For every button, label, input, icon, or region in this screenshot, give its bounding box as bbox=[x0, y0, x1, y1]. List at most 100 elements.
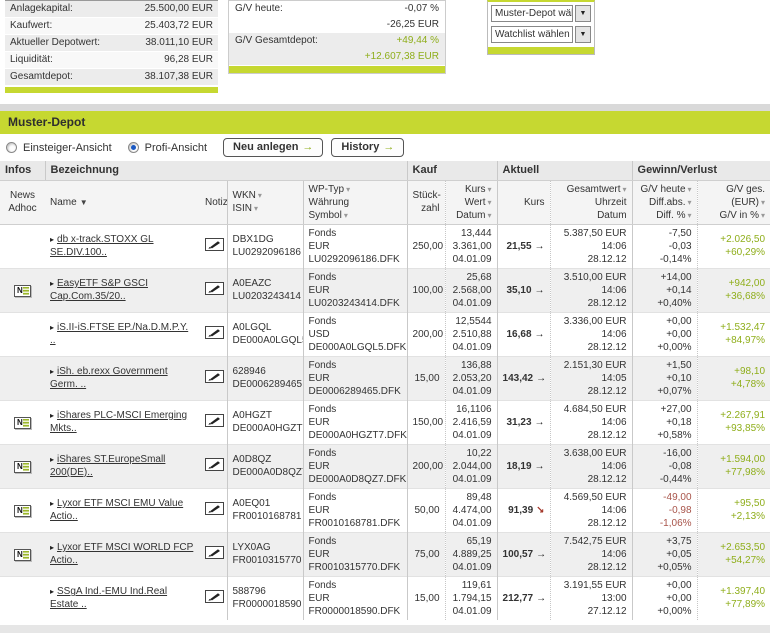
radio-profi-ansicht[interactable] bbox=[128, 142, 139, 153]
col-gesamtwert[interactable]: Gesamtwert▾ Uhrzeit Datum bbox=[550, 180, 632, 224]
history-button[interactable]: History→ bbox=[331, 138, 404, 157]
aktuell-kurs-cell: 212,77→ bbox=[497, 576, 550, 620]
infos-cell: N bbox=[0, 488, 45, 532]
note-edit-icon[interactable] bbox=[205, 238, 224, 251]
instrument-link[interactable]: SSgA Ind.-EMU Ind.Real Estate .. bbox=[50, 586, 167, 610]
datum-value: 28.12.12 bbox=[556, 473, 627, 486]
col-wkn-isin[interactable]: WKN▾ ISIN▾ bbox=[227, 180, 303, 224]
news-icon[interactable]: N bbox=[14, 461, 31, 473]
currency-value: EUR bbox=[309, 504, 402, 517]
note-edit-icon[interactable] bbox=[205, 326, 224, 339]
note-edit-icon[interactable] bbox=[205, 370, 224, 383]
col-notiz: Notiz bbox=[200, 180, 227, 224]
infos-cell: N bbox=[0, 224, 45, 268]
summary-label: Aktueller Depotwert: bbox=[10, 35, 100, 51]
datum-value: 28.12.12 bbox=[556, 429, 627, 442]
instrument-link[interactable]: iShares ST.EuropeSmall 200(DE).. bbox=[50, 454, 165, 478]
gv-heute-cell: +0,00 +0,00 +0,00% bbox=[632, 312, 697, 356]
gv-heute-abs: +27,00 bbox=[638, 403, 692, 416]
trend-right-icon: → bbox=[536, 549, 546, 560]
aktuell-kurs-cell: 100,57→ bbox=[497, 532, 550, 576]
gesamtwert-value: 2.151,30 EUR bbox=[556, 359, 627, 372]
col-news-adhoc: NewsAdhoc bbox=[0, 180, 45, 224]
expand-arrow-icon: ▸ bbox=[50, 543, 54, 552]
gv-ges-pct: +93,85% bbox=[703, 422, 766, 435]
note-edit-icon[interactable] bbox=[205, 282, 224, 295]
gv-ges-pct: +54,27% bbox=[703, 554, 766, 567]
instrument-link[interactable]: iSh. eb.rexx Government Germ. .. bbox=[50, 366, 168, 390]
gv-ges-eur: +2.653,50 bbox=[703, 541, 766, 554]
gv-ges-pct: +77,98% bbox=[703, 466, 766, 479]
col-wp-typ[interactable]: WP-Typ▾ Währung Symbol▾ bbox=[303, 180, 407, 224]
sort-icon[interactable]: ▾ bbox=[688, 185, 692, 194]
sort-icon[interactable]: ▾ bbox=[688, 211, 692, 220]
sort-icon[interactable]: ▾ bbox=[488, 185, 492, 194]
radio-einsteiger-ansicht[interactable] bbox=[6, 142, 17, 153]
kauf-datum: 04.01.09 bbox=[451, 473, 492, 486]
notiz-cell bbox=[200, 400, 227, 444]
instrument-link[interactable]: Lyxor ETF MSCI WORLD FCP Actio.. bbox=[50, 542, 193, 566]
watchlist-select-value[interactable]: Watchlist wählen bbox=[491, 26, 573, 43]
news-icon[interactable]: N bbox=[14, 285, 31, 297]
sort-icon[interactable]: ▾ bbox=[254, 204, 258, 213]
depot-select[interactable]: Muster-Depot wählen ▼ bbox=[491, 5, 591, 22]
summary-value: 25.403,72 EUR bbox=[145, 18, 213, 34]
instrument-link[interactable]: EasyETF S&P GSCI Cap.Com.35/20.. bbox=[50, 278, 148, 302]
instrument-link[interactable]: iShares PLC-MSCI Emerging Mkts.. bbox=[50, 410, 187, 434]
instrument-link[interactable]: db x-track.STOXX GL SE.DIV.100.. bbox=[50, 234, 154, 258]
note-edit-icon[interactable] bbox=[205, 414, 224, 427]
gv-heute-abs: -7,50 bbox=[638, 227, 692, 240]
sort-icon[interactable]: ▾ bbox=[488, 211, 492, 220]
col-gv-ges[interactable]: G/V ges. (EUR)▾ G/V in %▾ bbox=[697, 180, 770, 224]
news-icon[interactable]: N bbox=[14, 505, 31, 517]
uhrzeit-value: 14:05 bbox=[556, 372, 627, 385]
neu-anlegen-button[interactable]: Neu anlegen→ bbox=[223, 138, 323, 157]
sort-icon[interactable]: ▾ bbox=[761, 211, 765, 220]
news-icon[interactable]: N bbox=[14, 417, 31, 429]
watchlist-select[interactable]: Watchlist wählen ▼ bbox=[491, 26, 591, 43]
datum-value: 28.12.12 bbox=[556, 297, 627, 310]
view-controls: Einsteiger-Ansicht Profi-Ansicht Neu anl… bbox=[0, 134, 770, 161]
arrow-right-icon: → bbox=[302, 141, 313, 153]
gv-ges-pct: +60,29% bbox=[703, 246, 766, 259]
uhrzeit-value: 14:06 bbox=[556, 284, 627, 297]
sort-icon[interactable]: ▾ bbox=[346, 185, 350, 194]
sort-icon[interactable]: ▾ bbox=[623, 185, 627, 194]
gv-gesamt-label: G/V Gesamtdepot: bbox=[235, 33, 318, 49]
wkn-isin-cell: LYX0AG FR0010315770 bbox=[227, 532, 303, 576]
note-edit-icon[interactable] bbox=[205, 458, 224, 471]
news-icon[interactable]: N bbox=[14, 549, 31, 561]
gv-ges-pct: +36,68% bbox=[703, 290, 766, 303]
kauf-cell: 119,61 1.794,15 04.01.09 bbox=[445, 576, 497, 620]
col-gv-heute[interactable]: G/V heute▾ Diff.abs.▾ Diff. %▾ bbox=[632, 180, 697, 224]
sort-icon[interactable]: ▾ bbox=[761, 198, 765, 207]
chevron-down-icon[interactable]: ▼ bbox=[575, 26, 591, 43]
kauf-kurs: 25,68 bbox=[451, 271, 492, 284]
radio-profi-label[interactable]: Profi-Ansicht bbox=[145, 142, 207, 154]
symbol-value: DE000A0D8QZ7.DFK bbox=[309, 473, 402, 486]
sort-icon[interactable]: ▾ bbox=[344, 211, 348, 220]
col-kauf-kurs-wert-datum[interactable]: Kurs▾ Wert▾ Datum▾ bbox=[445, 180, 497, 224]
gv-ges-eur: +942,00 bbox=[703, 277, 766, 290]
sort-desc-icon[interactable]: ▼ bbox=[80, 198, 88, 207]
sort-icon[interactable]: ▾ bbox=[488, 198, 492, 207]
sort-icon[interactable]: ▾ bbox=[688, 198, 692, 207]
depot-select-value[interactable]: Muster-Depot wählen bbox=[491, 5, 573, 22]
radio-einsteiger-label[interactable]: Einsteiger-Ansicht bbox=[23, 142, 112, 154]
notiz-cell bbox=[200, 576, 227, 620]
gv-ges-pct: +4,78% bbox=[703, 378, 766, 391]
note-edit-icon[interactable] bbox=[205, 590, 224, 603]
instrument-link[interactable]: iS.II-iS.FTSE EP./Na.D.M.P.Y. .. bbox=[50, 322, 188, 346]
gv-heute-abs: +1,50 bbox=[638, 359, 692, 372]
sort-icon[interactable]: ▾ bbox=[258, 191, 262, 200]
stueckzahl-cell: 100,00 bbox=[407, 268, 445, 312]
chevron-down-icon[interactable]: ▼ bbox=[575, 5, 591, 22]
col-name[interactable]: Name▼ bbox=[45, 180, 200, 224]
instrument-link[interactable]: Lyxor ETF MSCI EMU Value Actio.. bbox=[50, 498, 183, 522]
symbol-value: DE000A0HGZT7.DFK bbox=[309, 429, 402, 442]
summary-row: Anlagekapital:25.500,00 EUR bbox=[5, 1, 218, 17]
note-edit-icon[interactable] bbox=[205, 546, 224, 559]
note-edit-icon[interactable] bbox=[205, 502, 224, 515]
infos-cell: N bbox=[0, 356, 45, 400]
currency-value: EUR bbox=[309, 372, 402, 385]
